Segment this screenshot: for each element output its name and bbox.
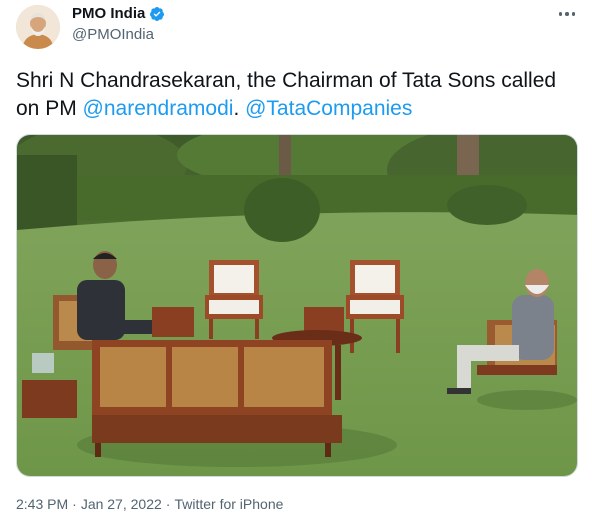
mention-narendramodi[interactable]: @narendramodi	[83, 97, 234, 120]
tweet-photo[interactable]	[16, 134, 578, 477]
meta-separator: ·	[165, 496, 171, 512]
mention-tatacompanies[interactable]: @TataCompanies	[245, 97, 412, 120]
profile-photo-icon	[16, 5, 60, 49]
tweet-date[interactable]: Jan 27, 2022	[81, 496, 162, 512]
author-name[interactable]: PMO India	[72, 5, 145, 22]
meta-separator: ·	[72, 496, 77, 512]
tweet-source[interactable]: Twitter for iPhone	[174, 496, 283, 512]
more-options-icon[interactable]	[556, 6, 578, 22]
tweet-text-part: .	[233, 97, 246, 120]
author-handle[interactable]: @PMOIndia	[72, 26, 154, 43]
author-name-row[interactable]: PMO India	[72, 5, 165, 22]
tweet-meta: 2:43 PM · Jan 27, 2022 · Twitter for iPh…	[16, 496, 283, 512]
tweet-time[interactable]: 2:43 PM	[16, 496, 68, 512]
verified-badge-icon	[150, 6, 165, 21]
photo-garden-meeting-icon	[17, 135, 577, 476]
avatar[interactable]	[16, 5, 60, 49]
tweet-text: Shri N Chandrasekaran, the Chairman of T…	[16, 67, 576, 123]
